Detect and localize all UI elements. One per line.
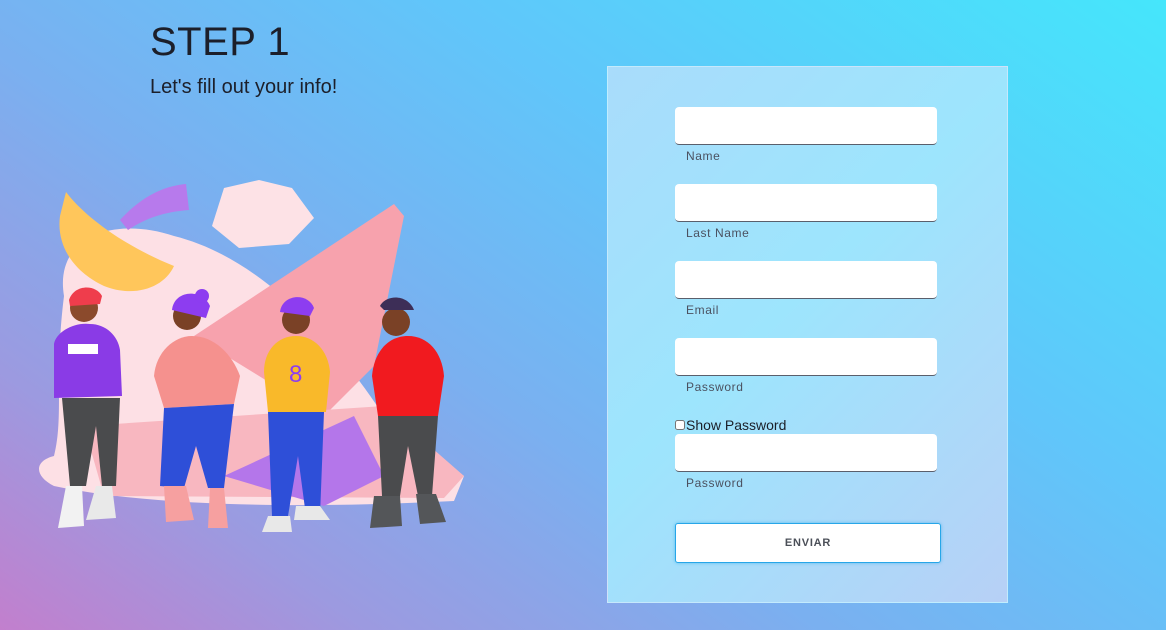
show-password-toggle[interactable]: Show Password	[675, 417, 786, 433]
last-name-label: Last Name	[686, 226, 750, 240]
last-name-field-group: Last Name	[675, 184, 937, 240]
submit-button[interactable]: ENVIAR	[675, 523, 941, 563]
confirm-password-input[interactable]	[675, 434, 937, 472]
svg-text:8: 8	[289, 361, 302, 388]
page-subtitle: Let's fill out your info!	[150, 76, 338, 98]
signup-form: Name Last Name Email Password Show Passw…	[607, 66, 1008, 603]
page-title: STEP 1	[150, 20, 291, 64]
email-label: Email	[686, 303, 720, 317]
email-field-group: Email	[675, 261, 937, 317]
purple-arc-shape	[120, 184, 189, 230]
name-input[interactable]	[675, 107, 937, 145]
name-field-group: Name	[675, 107, 937, 163]
show-password-checkbox[interactable]	[675, 420, 685, 430]
people-group-illustration: 8	[39, 180, 464, 532]
confirm-password-label: Password	[686, 476, 744, 490]
password-label: Password	[686, 380, 744, 394]
last-name-input[interactable]	[675, 184, 937, 222]
password-input[interactable]	[675, 338, 937, 376]
light-rock-shape	[212, 180, 314, 248]
confirm-password-field-group: Password	[675, 434, 937, 490]
email-input[interactable]	[675, 261, 937, 299]
password-field-group: Password	[675, 338, 937, 394]
show-password-label: Show Password	[686, 417, 787, 433]
name-label: Name	[686, 149, 721, 163]
